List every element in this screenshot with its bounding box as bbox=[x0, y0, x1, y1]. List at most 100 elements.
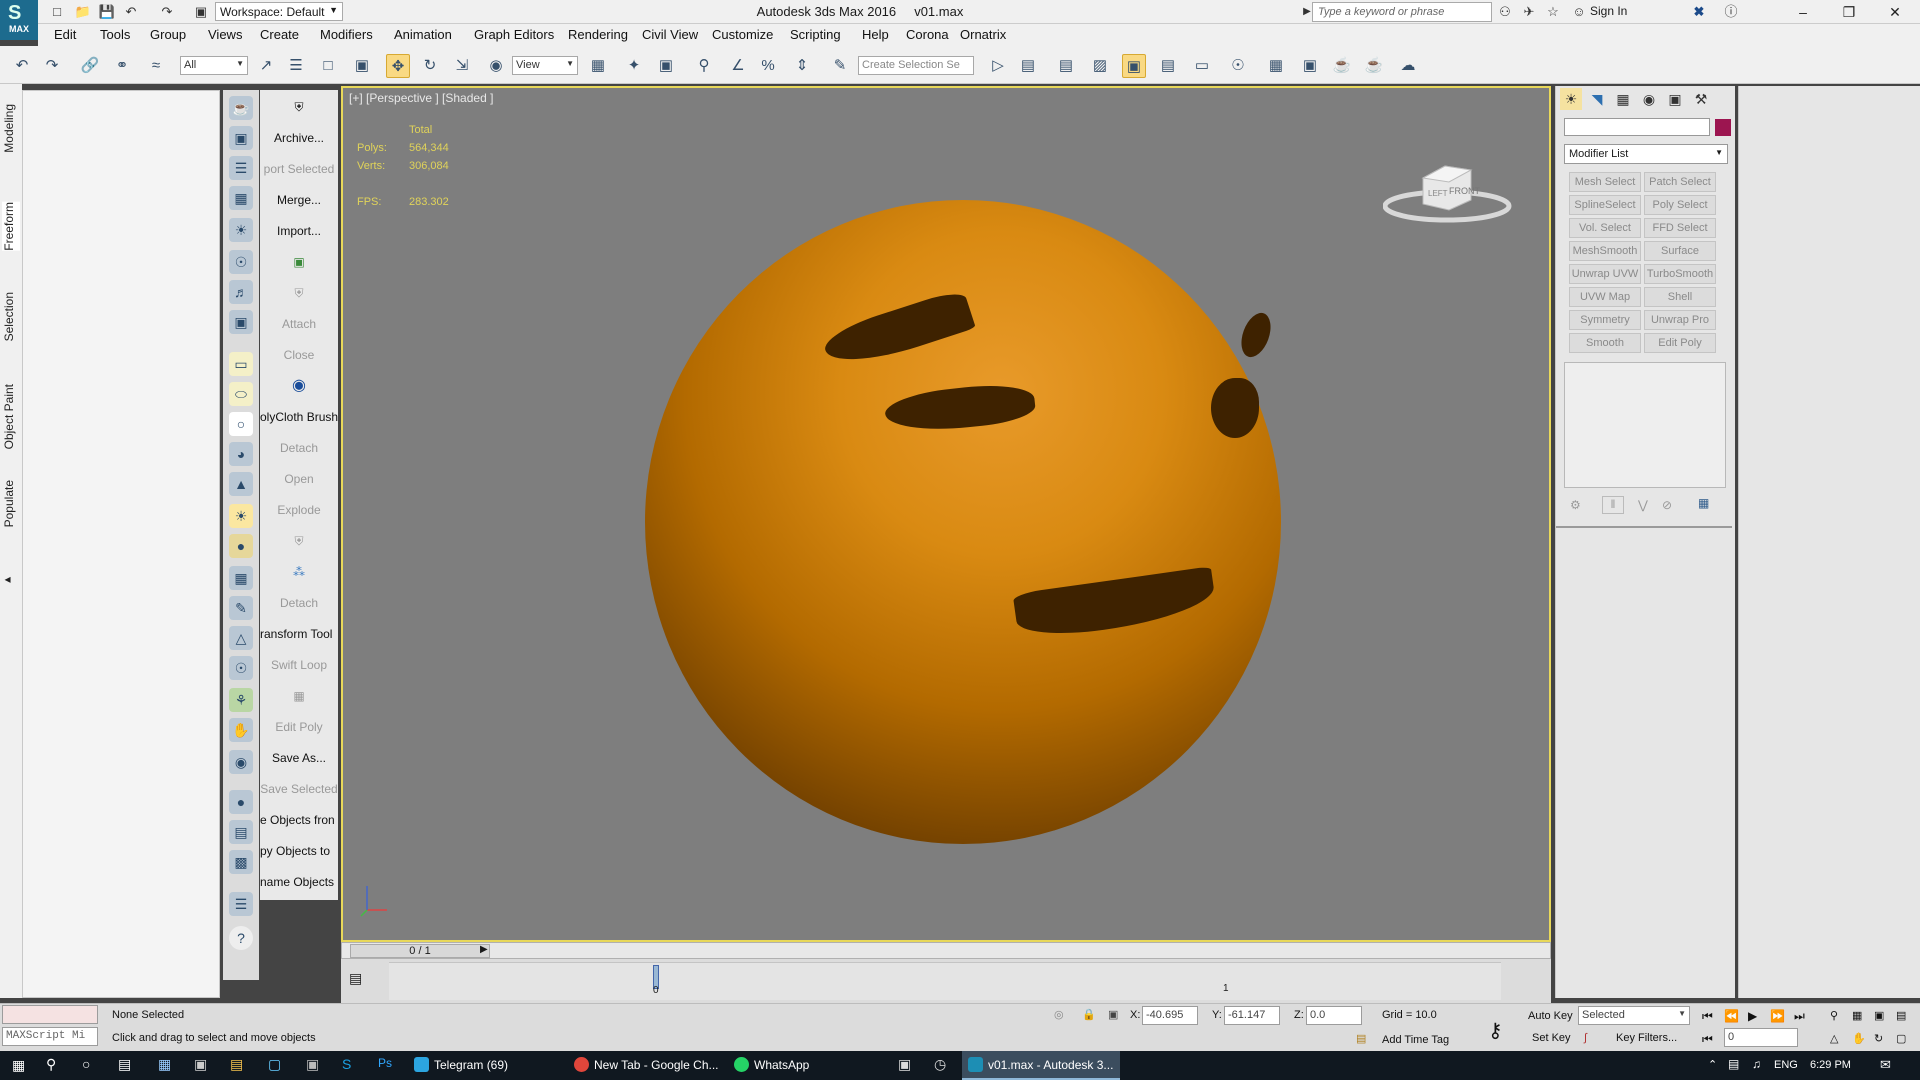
current-frame-field[interactable]: 0 bbox=[1724, 1028, 1798, 1047]
tab-object-paint[interactable]: Object Paint bbox=[2, 384, 20, 449]
store-icon[interactable]: ▣ bbox=[194, 1056, 207, 1073]
bowl-icon[interactable]: ◕ bbox=[229, 442, 253, 466]
tab-modeling[interactable]: Modeling bbox=[2, 104, 20, 153]
default-in-out-tangents-icon[interactable]: ∫ bbox=[1584, 1032, 1587, 1044]
rectangular-selection-icon[interactable]: □ bbox=[316, 54, 340, 78]
menu-graph-editors[interactable]: Graph Editors bbox=[474, 27, 554, 42]
toggle-ribbon-icon[interactable]: ▨ bbox=[1088, 54, 1112, 78]
restore-button[interactable]: ❐ bbox=[1826, 0, 1872, 24]
perspective-viewport[interactable]: [+] [Perspective ] [Shaded ] Total Polys… bbox=[341, 86, 1551, 942]
project-folder-icon[interactable]: ▣ bbox=[192, 3, 210, 21]
poly-select-button[interactable]: Poly Select bbox=[1644, 195, 1716, 215]
bind-space-warp-icon[interactable]: ≈ bbox=[144, 54, 168, 78]
shield-icon[interactable]: ⛨ bbox=[260, 94, 338, 120]
ellipse-icon[interactable]: ⬭ bbox=[229, 382, 253, 406]
plugin-shield-icon[interactable]: ⛨ bbox=[260, 280, 338, 306]
time-slider-thumb[interactable]: 0 / 1 bbox=[350, 944, 490, 958]
binoculars-icon[interactable]: ⚇ bbox=[1496, 3, 1514, 21]
configure-modifier-sets-icon[interactable]: ▦ bbox=[1698, 496, 1709, 510]
language-indicator[interactable]: ENG bbox=[1774, 1059, 1798, 1071]
open-file-icon[interactable]: 📁 bbox=[74, 3, 92, 21]
render-setup-icon[interactable]: ▦ bbox=[1264, 54, 1288, 78]
keyboard-shortcut-toggle-icon[interactable]: ▣ bbox=[654, 54, 678, 78]
qr-icon[interactable]: ◉ bbox=[260, 373, 338, 399]
save-as-button[interactable]: Save As... bbox=[260, 745, 338, 771]
stack-icon[interactable]: ▤ bbox=[229, 820, 253, 844]
play-icon[interactable]: ▶ bbox=[1748, 1009, 1757, 1023]
scene-explorer-panel[interactable] bbox=[22, 90, 220, 998]
uvw-map-button[interactable]: UVW Map bbox=[1569, 287, 1641, 307]
go-to-start-icon[interactable]: ⏮ bbox=[1702, 1009, 1713, 1024]
absolute-mode-icon[interactable]: ▣ bbox=[1108, 1008, 1118, 1021]
key-filters-button[interactable]: Key Filters... bbox=[1616, 1032, 1677, 1044]
menu-rendering[interactable]: Rendering bbox=[568, 27, 628, 42]
cone-icon[interactable]: ▲ bbox=[229, 472, 253, 496]
lightbulb-icon[interactable]: ☀ bbox=[229, 218, 253, 242]
viewcube-left-face[interactable]: LEFT bbox=[1428, 189, 1448, 198]
menu-ornatrix[interactable]: Ornatrix bbox=[960, 27, 1006, 42]
material-editor-icon[interactable]: ☉ bbox=[1226, 54, 1250, 78]
windows-start-icon[interactable]: ▦ bbox=[12, 1057, 25, 1074]
symmetry-button[interactable]: Symmetry bbox=[1569, 310, 1641, 330]
viewcube[interactable]: LEFT FRONT bbox=[1383, 148, 1523, 238]
archive-button[interactable]: Archive... bbox=[260, 125, 338, 151]
layer-explorer-icon[interactable]: ▤ bbox=[1054, 54, 1078, 78]
key-mode-toggle-icon[interactable]: ⏮ bbox=[1702, 1032, 1713, 1047]
isolate-selection-icon[interactable]: ◎ bbox=[1054, 1008, 1064, 1021]
open-button[interactable]: Open bbox=[260, 466, 338, 492]
track-bar[interactable]: 0 1 bbox=[389, 962, 1501, 1000]
pin-stack-icon[interactable]: ⚙ bbox=[1570, 498, 1581, 512]
schematic-view-icon[interactable]: ▭ bbox=[1190, 54, 1214, 78]
y-coordinate-field[interactable]: -61.147 bbox=[1224, 1006, 1280, 1025]
menu-help[interactable]: Help bbox=[862, 27, 889, 42]
select-and-rotate-icon[interactable]: ↻ bbox=[418, 54, 442, 78]
sign-in-button[interactable]: Sign In bbox=[1590, 4, 1627, 18]
brush-icon[interactable]: ✎ bbox=[229, 596, 253, 620]
table-icon[interactable]: ▦ bbox=[229, 186, 253, 210]
shell-button[interactable]: Shell bbox=[1644, 287, 1716, 307]
reference-coordinate-dropdown[interactable]: View ▼ bbox=[512, 56, 578, 75]
calculator-icon[interactable]: ▦ bbox=[158, 1056, 171, 1073]
unwrap-uvw-button[interactable]: Unwrap UVW bbox=[1569, 264, 1641, 284]
ball-icon[interactable]: ● bbox=[229, 790, 253, 814]
vol-select-button[interactable]: Vol. Select bbox=[1569, 218, 1641, 238]
plugin-shield-icon[interactable]: ⛨ bbox=[260, 528, 338, 554]
spline-select-button[interactable]: SplineSelect bbox=[1569, 195, 1641, 215]
camera-icon[interactable]: ☉ bbox=[229, 250, 253, 274]
maximize-viewport-icon[interactable]: ▢ bbox=[1896, 1032, 1906, 1045]
remove-modifier-icon[interactable]: ⊘ bbox=[1662, 498, 1672, 512]
key-icon[interactable]: ⚷ bbox=[1488, 1018, 1503, 1043]
polycloth-brush-button[interactable]: olyCloth Brush bbox=[260, 404, 338, 430]
color-blocks-icon[interactable]: ▩ bbox=[229, 850, 253, 874]
pan-hand-icon[interactable]: ✋ bbox=[1852, 1032, 1866, 1045]
task-view-icon[interactable]: ▤ bbox=[118, 1056, 131, 1073]
tab-freeform[interactable]: Freeform bbox=[2, 202, 20, 251]
ffd-select-button[interactable]: FFD Select bbox=[1644, 218, 1716, 238]
network-icon[interactable]: ▣ bbox=[306, 1056, 319, 1073]
clock[interactable]: 6:29 PM bbox=[1810, 1059, 1851, 1071]
graphite-tools-icon[interactable]: ▣ bbox=[1122, 54, 1146, 78]
patch-select-button[interactable]: Patch Select bbox=[1644, 172, 1716, 192]
menu-edit[interactable]: Edit bbox=[54, 27, 76, 42]
attach-button[interactable]: Attach bbox=[260, 311, 338, 337]
select-object-icon[interactable]: ↗ bbox=[254, 54, 278, 78]
unwrap-pro-button[interactable]: Unwrap Pro bbox=[1644, 310, 1716, 330]
tab-selection[interactable]: Selection bbox=[2, 292, 20, 341]
notifications-icon[interactable]: ✉ bbox=[1880, 1057, 1891, 1073]
add-time-tag-button[interactable]: Add Time Tag bbox=[1382, 1034, 1449, 1046]
import-button[interactable]: Import... bbox=[260, 218, 338, 244]
tray-chevron-icon[interactable]: ⌃ bbox=[1708, 1058, 1717, 1071]
set-key-button[interactable]: Set Key bbox=[1532, 1032, 1571, 1044]
make-unique-icon[interactable]: ⋁ bbox=[1638, 498, 1648, 512]
sun-icon[interactable]: ☀ bbox=[229, 504, 253, 528]
snaps-toggle-icon[interactable]: ⚲ bbox=[692, 54, 716, 78]
clock-app-icon[interactable]: ◷ bbox=[934, 1056, 946, 1073]
detach-button-2[interactable]: Detach bbox=[260, 590, 338, 616]
mini-curve-editor-icon[interactable]: ▤ bbox=[349, 970, 362, 987]
render-in-cloud-icon[interactable]: ☁ bbox=[1396, 54, 1420, 78]
mesh-select-button[interactable]: Mesh Select bbox=[1569, 172, 1641, 192]
cortana-icon[interactable]: ○ bbox=[82, 1056, 90, 1072]
speaker-icon[interactable]: ♬ bbox=[229, 280, 253, 304]
help-icon[interactable]: ⓘ bbox=[1722, 3, 1740, 21]
edit-named-selection-icon[interactable]: ✎ bbox=[828, 54, 852, 78]
